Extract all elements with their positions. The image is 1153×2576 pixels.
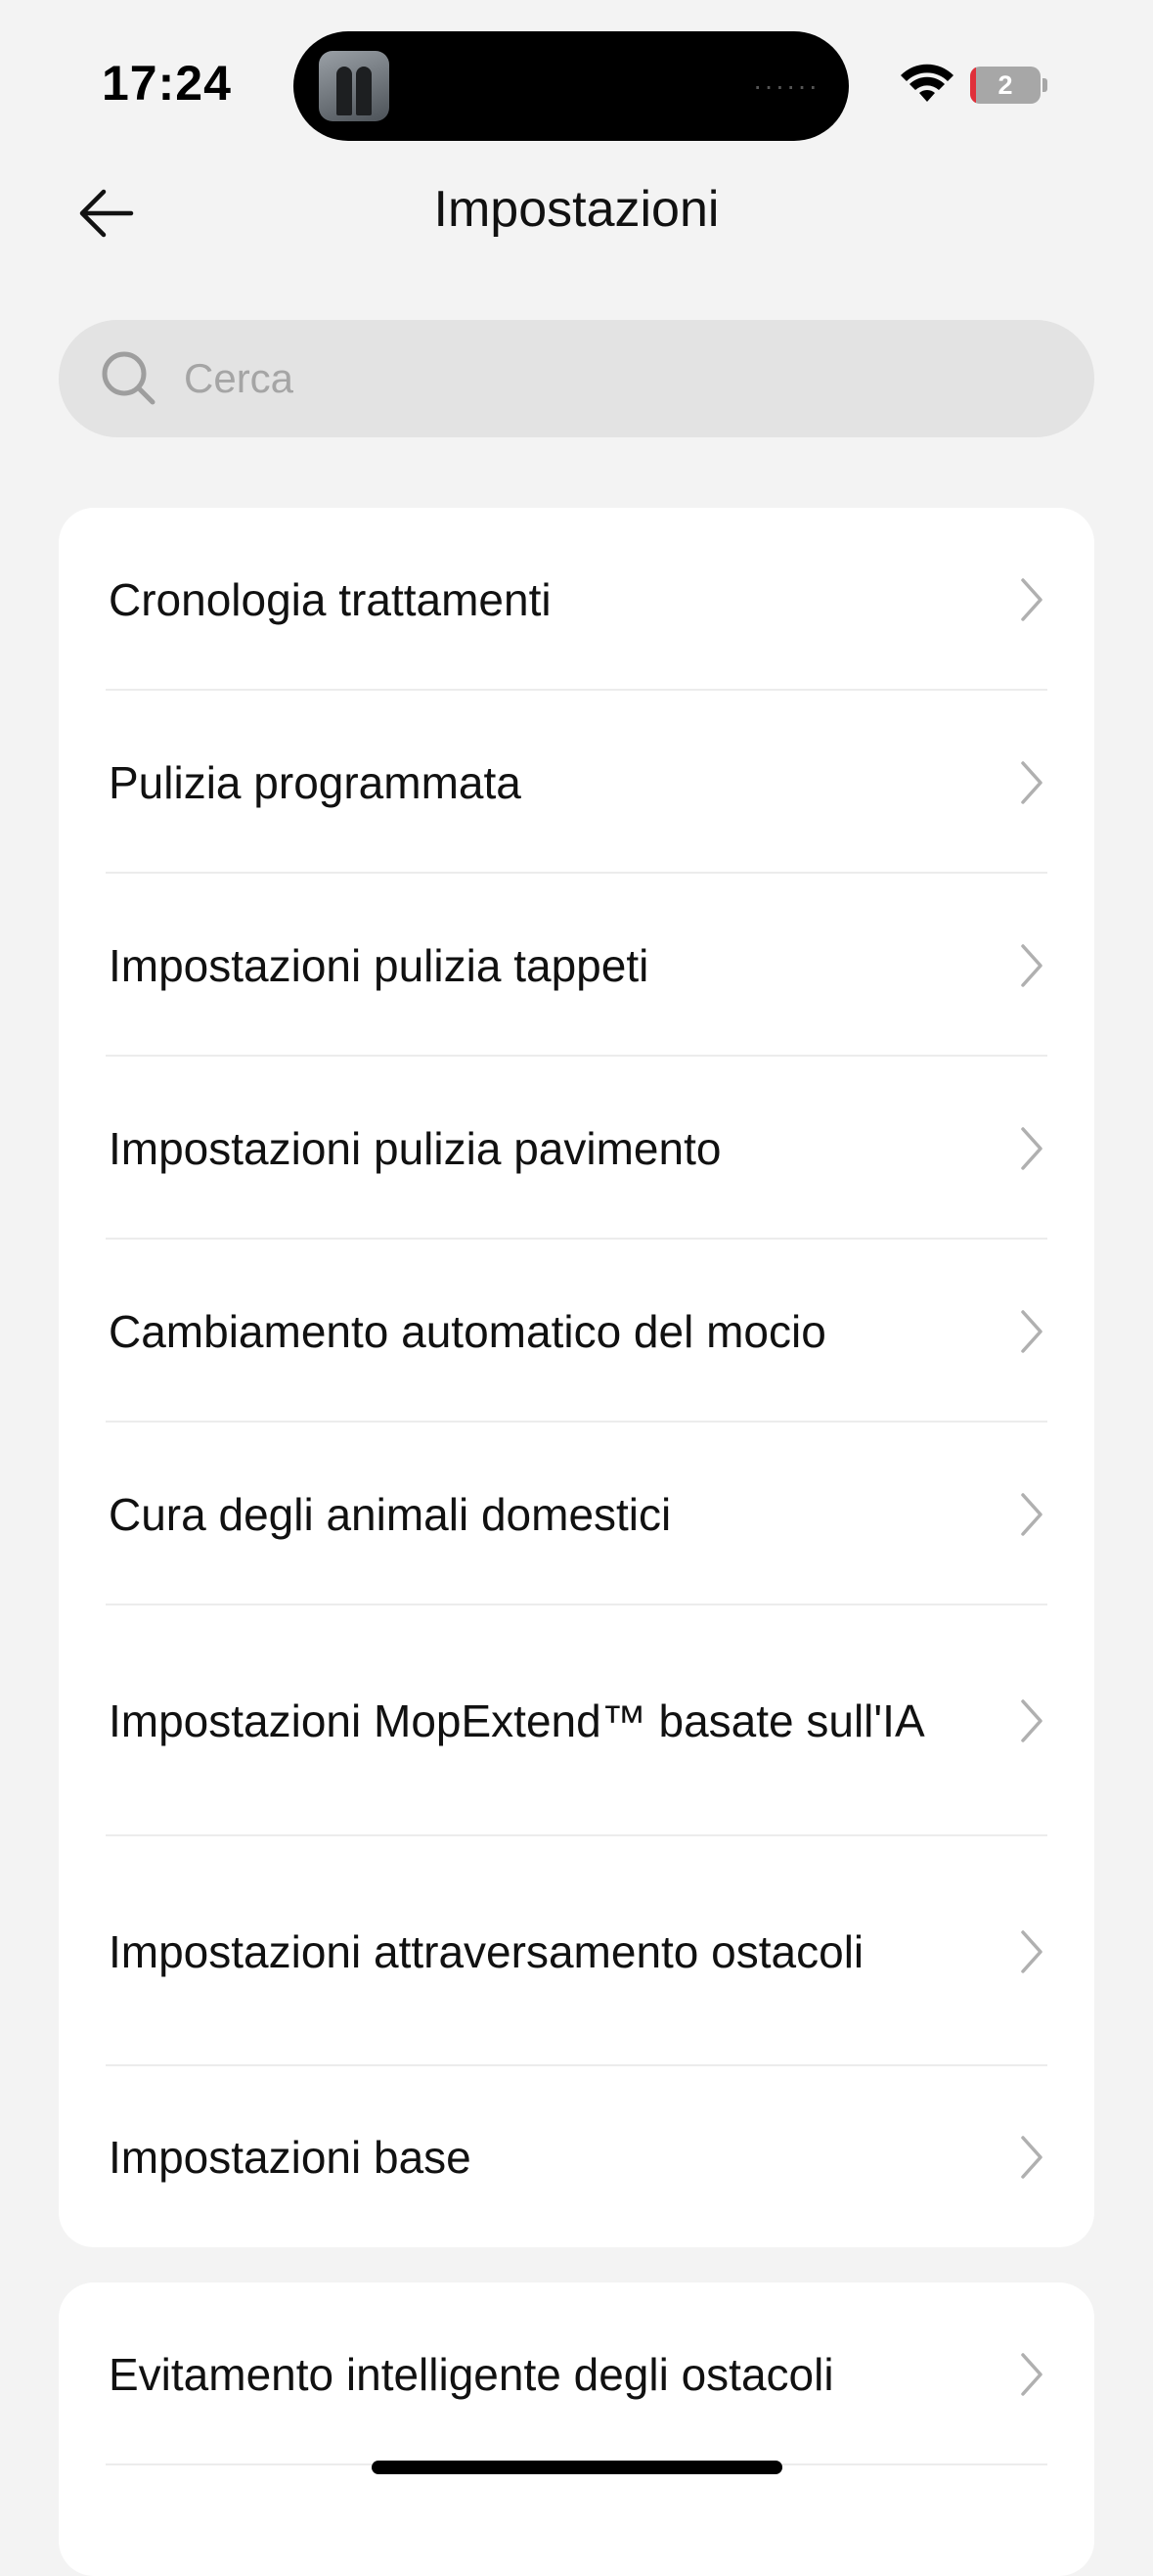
settings-row-pet-care[interactable]: Cura degli animali domestici [59,1423,1094,1605]
chevron-right-icon [1021,577,1042,621]
chevron-right-icon [1021,1699,1042,1742]
chevron-right-icon [1021,1492,1042,1536]
settings-row-obstacle-crossing[interactable]: Impostazioni attraversamento ostacoli [59,1836,1094,2066]
settings-row-label: Pulizia programmata [109,756,521,808]
chevron-right-icon [1021,943,1042,987]
settings-row-floor-cleaning[interactable]: Impostazioni pulizia pavimento [59,1057,1094,1240]
chevron-right-icon [1021,2352,1042,2396]
chevron-right-icon [1021,1126,1042,1170]
search-icon [102,351,155,405]
chevron-right-icon [1021,2135,1042,2179]
settings-row-treatment-history[interactable]: Cronologia trattamenti [59,508,1094,691]
search-bar[interactable] [59,320,1094,437]
status-time: 17:24 [102,56,232,111]
settings-row-label: Impostazioni pulizia pavimento [109,1122,722,1174]
settings-row-label: Cura degli animali domestici [109,1488,672,1540]
settings-row-mopextend-ai[interactable]: Impostazioni MopExtend™ basate sull'IA [59,1605,1094,1836]
battery-tip [1042,78,1047,92]
wifi-icon [901,64,953,102]
settings-row-carpet-cleaning[interactable]: Impostazioni pulizia tappeti [59,874,1094,1057]
battery-icon: 2 [970,67,1041,104]
audio-waveform-icon: ······ [753,70,820,101]
chevron-right-icon [1021,1309,1042,1353]
settings-row-label: Impostazioni pulizia tappeti [109,939,649,991]
settings-card-secondary: Evitamento intelligente degli ostacoli [59,2282,1094,2576]
settings-row-basic-settings[interactable]: Impostazioni base [59,2066,1094,2247]
home-indicator[interactable] [372,2461,782,2474]
settings-card-main: Cronologia trattamenti Pulizia programma… [59,508,1094,2247]
page-title: Impostazioni [433,181,720,238]
settings-row-auto-mop-change[interactable]: Cambiamento automatico del mocio [59,1240,1094,1423]
settings-row-smart-obstacle-avoidance[interactable]: Evitamento intelligente degli ostacoli [59,2282,1094,2465]
settings-row-label: Impostazioni base [109,2131,471,2183]
navigation-header: Impostazioni [0,157,1153,264]
chevron-right-icon [1021,760,1042,804]
settings-row-label: Impostazioni attraversamento ostacoli [109,1925,865,1977]
search-input[interactable] [184,320,1044,437]
battery-level-text: 2 [998,70,1013,100]
now-playing-artwork [319,51,389,121]
settings-row-label: Cronologia trattamenti [109,573,552,625]
dynamic-island[interactable]: ······ [293,31,849,141]
settings-row-label: Impostazioni MopExtend™ basate sull'IA [109,1695,925,1746]
chevron-right-icon [1021,1929,1042,1973]
status-bar: 17:24 ······ 2 [0,0,1153,147]
settings-row-label: Cambiamento automatico del mocio [109,1305,826,1357]
settings-row-scheduled-cleaning[interactable]: Pulizia programmata [59,691,1094,874]
settings-row-label: Evitamento intelligente degli ostacoli [109,2348,834,2400]
